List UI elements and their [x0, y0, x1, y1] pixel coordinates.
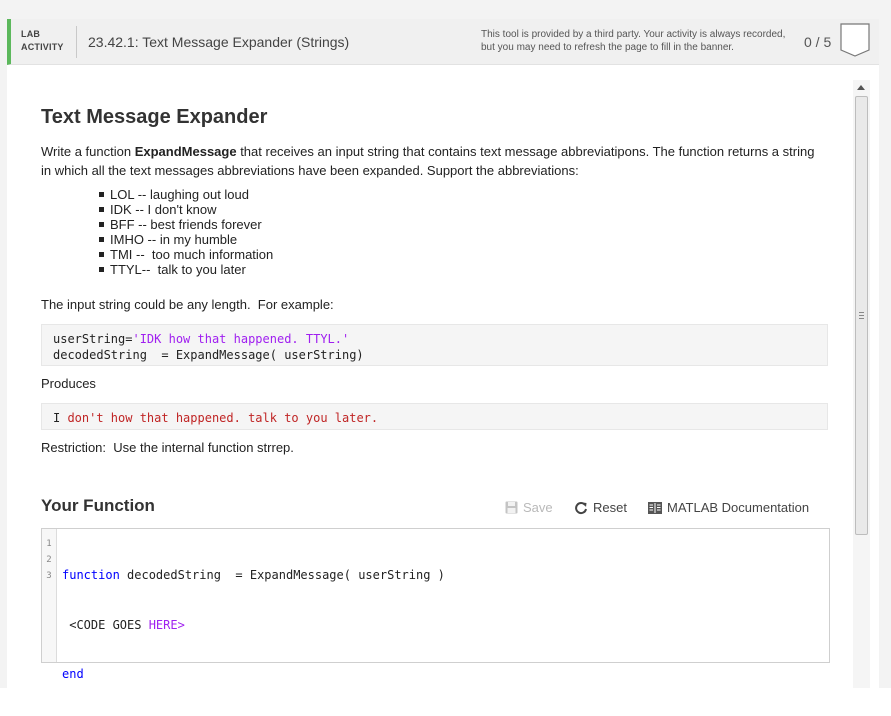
- scroll-thumb[interactable]: [855, 96, 868, 535]
- doc-label: MATLAB Documentation: [667, 500, 810, 515]
- vertical-scrollbar[interactable]: [853, 80, 870, 688]
- code-editor[interactable]: 1 2 3 function decodedString = ExpandMes…: [41, 528, 830, 681]
- list-item: TTYL-- talk to you later: [98, 262, 273, 277]
- example-code-block: userString='IDK how that happened. TTYL.…: [41, 324, 828, 366]
- keyword-end: end: [62, 667, 84, 681]
- output-prefix: I: [53, 411, 68, 425]
- lab-tag-line1: LAB: [21, 29, 41, 39]
- score-text: 0 / 5: [804, 34, 832, 50]
- output-text: don't how that happened. talk to you lat…: [67, 411, 379, 425]
- line-number: 2: [46, 555, 52, 565]
- activity-title: 23.42.1: Text Message Expander (Strings): [88, 34, 350, 50]
- note-line2: but you may need to refresh the page to …: [481, 42, 734, 53]
- example-var: userString=: [53, 332, 133, 346]
- list-item: IMHO -- in my humble: [98, 232, 273, 247]
- your-function-heading: Your Function: [41, 496, 155, 515]
- example-string: 'IDK how that happened. TTYL.': [132, 332, 350, 346]
- code-line-2[interactable]: <CODE GOES HERE>: [62, 617, 445, 634]
- list-item: IDK -- I don't know: [98, 202, 273, 217]
- grip-icon: [859, 312, 864, 319]
- code-line-1[interactable]: function decodedString = ExpandMessage( …: [62, 567, 445, 584]
- note-line1: This tool is provided by a third party. …: [481, 29, 786, 40]
- placeholder-text-colored: HERE>: [148, 617, 185, 632]
- matlab-documentation-link[interactable]: MATLAB Documentation: [648, 500, 809, 515]
- list-item: BFF -- best friends forever: [98, 217, 273, 232]
- restriction-note: Restriction: Use the internal function s…: [41, 440, 294, 455]
- line-number: 1: [46, 539, 52, 549]
- refresh-icon: [575, 501, 587, 514]
- line-number: 3: [46, 571, 52, 581]
- save-label: Save: [523, 500, 553, 515]
- code-content[interactable]: function decodedString = ExpandMessage( …: [62, 534, 445, 716]
- lab-tag-line2: ACTIVITY: [21, 42, 64, 52]
- line-numbers: 1 2 3: [42, 536, 56, 584]
- abbreviation-list: LOL -- laughing out loud IDK -- I don't …: [98, 187, 274, 277]
- banner-divider: [76, 26, 77, 58]
- floppy-disk-icon: [505, 501, 518, 514]
- reset-label: Reset: [593, 500, 627, 515]
- reset-button[interactable]: Reset: [574, 500, 627, 515]
- input-note: The input string could be any length. Fo…: [41, 297, 334, 312]
- desc-text-1: Write a function: [41, 144, 135, 159]
- output-code-block: I don't how that happened. talk to you l…: [41, 403, 828, 430]
- produces-label: Produces: [41, 376, 96, 391]
- problem-description: Write a function ExpandMessage that rece…: [41, 142, 821, 180]
- lab-activity-tag: LAB ACTIVITY: [21, 28, 64, 54]
- code-line-3[interactable]: end: [62, 666, 445, 683]
- book-icon: [648, 501, 662, 514]
- signature-text: decodedString = ExpandMessage( userStrin…: [119, 568, 445, 582]
- third-party-note: This tool is provided by a third party. …: [481, 28, 811, 54]
- score-badge-icon: [840, 23, 870, 57]
- list-item: LOL -- laughing out loud: [98, 187, 273, 202]
- keyword-function: function: [62, 568, 120, 582]
- function-name: ExpandMessage: [134, 144, 237, 159]
- list-item: TMI -- too much information: [98, 247, 274, 262]
- example-line-2: decodedString = ExpandMessage( userStrin…: [53, 348, 364, 362]
- placeholder-text: <CODE GOES: [62, 617, 149, 632]
- scroll-up-arrow-icon[interactable]: [857, 85, 865, 90]
- example-line-1: userString='IDK how that happened. TTYL.…: [53, 331, 816, 347]
- line-number-gutter: 1 2 3: [42, 529, 57, 662]
- activity-banner: LAB ACTIVITY 23.42.1: Text Message Expan…: [7, 19, 879, 65]
- save-button[interactable]: Save: [505, 500, 553, 515]
- problem-title: Text Message Expander: [41, 106, 268, 128]
